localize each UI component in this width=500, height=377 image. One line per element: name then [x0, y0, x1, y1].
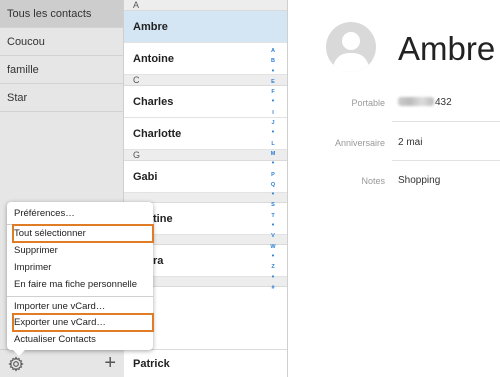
- group-famille[interactable]: famille: [0, 56, 123, 84]
- index-letter[interactable]: P: [266, 170, 280, 180]
- index-letter[interactable]: Q: [266, 180, 280, 190]
- menu-item-my-card[interactable]: En faire ma fiche personnelle: [14, 277, 137, 293]
- index-dot[interactable]: •: [266, 128, 280, 138]
- index-letter[interactable]: F: [266, 87, 280, 97]
- index-dot[interactable]: •: [266, 67, 280, 77]
- index-dot[interactable]: •: [266, 252, 280, 262]
- index-letter[interactable]: M: [266, 149, 280, 159]
- group-star[interactable]: Star: [0, 84, 123, 112]
- field-value-portable[interactable]: 432: [398, 97, 452, 108]
- avatar: [326, 22, 376, 72]
- index-letter[interactable]: L: [266, 139, 280, 149]
- index-letter[interactable]: B: [266, 56, 280, 66]
- contact-row-charlotte[interactable]: Charlotte: [124, 118, 287, 150]
- contact-row-patrick[interactable]: Patrick: [124, 349, 287, 377]
- contact-row-antoine[interactable]: Antoine: [124, 43, 287, 75]
- menu-item-export-vcard[interactable]: Exporter une vCard…: [14, 315, 106, 331]
- contact-row-gabi[interactable]: Gabi: [124, 161, 287, 193]
- contact-row-charles[interactable]: Charles: [124, 86, 287, 118]
- contact-name: Ambre: [398, 30, 496, 67]
- index-dot[interactable]: •: [266, 273, 280, 283]
- section-header-g: G: [124, 150, 287, 161]
- gear-icon[interactable]: [8, 356, 24, 372]
- field-divider: [392, 121, 500, 122]
- action-menu: Préférences… Tout sélectionner Supprimer…: [7, 202, 154, 356]
- group-all-contacts[interactable]: Tous les contacts: [0, 0, 123, 28]
- section-header-a: A: [124, 0, 287, 11]
- contact-row-ambre[interactable]: Ambre: [124, 11, 287, 43]
- field-label-notes: Notes: [361, 176, 385, 186]
- field-label-portable: Portable: [351, 98, 385, 108]
- index-dot[interactable]: •: [266, 159, 280, 169]
- section-header-c: C: [124, 75, 287, 86]
- group-coucou[interactable]: Coucou: [0, 28, 123, 56]
- index-letter[interactable]: A: [266, 46, 280, 56]
- index-letter[interactable]: I: [266, 108, 280, 118]
- phone-suffix: 432: [435, 97, 452, 108]
- field-label-anniversaire: Anniversaire: [334, 138, 385, 148]
- alphabet-index[interactable]: A B • E F • I J • L M • P Q • S T • V W • Z • #: [266, 46, 280, 293]
- blurred-number: [398, 97, 434, 106]
- menu-separator: [7, 296, 153, 297]
- index-letter[interactable]: #: [266, 283, 280, 293]
- index-dot[interactable]: •: [266, 221, 280, 231]
- menu-item-refresh[interactable]: Actualiser Contacts: [14, 332, 96, 348]
- index-letter[interactable]: T: [266, 211, 280, 221]
- menu-item-delete[interactable]: Supprimer: [14, 243, 58, 259]
- menu-item-select-all[interactable]: Tout sélectionner: [14, 226, 86, 242]
- index-letter[interactable]: V: [266, 231, 280, 241]
- index-dot[interactable]: •: [266, 190, 280, 200]
- index-letter[interactable]: Z: [266, 262, 280, 272]
- add-contact-button[interactable]: +: [104, 352, 116, 374]
- index-letter[interactable]: J: [266, 118, 280, 128]
- field-value-anniversaire[interactable]: 2 mai: [398, 137, 422, 148]
- menu-item-print[interactable]: Imprimer: [14, 260, 51, 276]
- index-letter[interactable]: W: [266, 242, 280, 252]
- field-divider: [392, 160, 500, 161]
- index-dot[interactable]: •: [266, 97, 280, 107]
- field-value-notes[interactable]: Shopping: [398, 175, 440, 186]
- menu-item-preferences[interactable]: Préférences…: [14, 206, 75, 222]
- contact-detail: Ambre Portable 432 Anniversaire 2 mai No…: [289, 0, 500, 377]
- index-letter[interactable]: S: [266, 200, 280, 210]
- index-letter[interactable]: E: [266, 77, 280, 87]
